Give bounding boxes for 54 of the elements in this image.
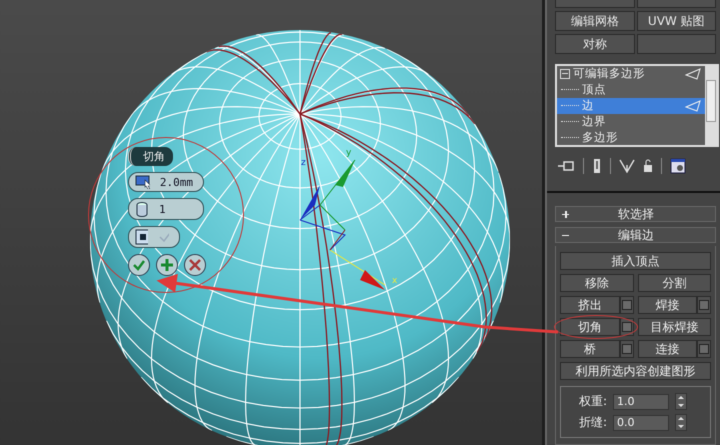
cursor-box-icon [135,175,150,189]
stack-subitem[interactable]: 顶点 [557,82,705,98]
stack-subitem[interactable]: 多边形 [557,129,705,146]
edit-edge-button[interactable]: 连接 [638,340,697,358]
modifier-button[interactable]: 对称 [555,34,634,54]
x-axis-label: x [392,276,398,286]
z-axis-label: z [301,158,306,168]
edit-edge-button[interactable]: 分割 [638,274,711,292]
rollout-header[interactable]: 编辑边 [555,227,716,243]
close-icon [189,259,201,271]
pin-icon[interactable] [557,159,575,174]
caddy-field[interactable]: 1 [128,198,204,220]
caddy-title: 切角 [128,147,173,166]
triangle-icon [685,68,701,80]
plus-icon [161,259,173,271]
collapse-icon[interactable] [560,68,570,79]
number-field[interactable]: 0.0 [613,414,669,430]
scrollbar[interactable] [705,66,717,146]
edit-edge-button[interactable]: 目标焊接 [638,318,711,336]
spinner-icon[interactable] [675,414,687,431]
edit-edge-button[interactable]: 桥 [560,340,620,358]
field-label: 权重: [578,393,607,410]
edit-edge-button[interactable]: 切角 [560,318,620,336]
edit-edge-button[interactable]: 插入顶点 [560,252,711,270]
settings-button[interactable] [697,296,711,314]
rollout-header[interactable]: 软选择 [555,206,716,222]
field-label: 折缝: [578,414,607,431]
settings-button[interactable] [620,340,634,358]
settings-button[interactable] [620,296,634,314]
cylinder-icon [135,201,149,217]
edit-edge-button[interactable]: 焊接 [638,296,697,314]
bar-icon[interactable] [592,158,602,174]
grid-icon [135,229,148,245]
caddy-field[interactable]: 2.0mm [128,172,204,192]
spinner-icon[interactable] [675,393,687,410]
y-axis-label: y [346,148,352,158]
configure-icon[interactable] [670,158,686,174]
edit-edge-button[interactable]: 利用所选内容创建图形 [560,362,711,380]
edit-edge-button[interactable]: 移除 [560,274,634,292]
fork-icon[interactable] [619,159,635,174]
check-icon [132,259,146,271]
settings-button[interactable] [697,340,711,358]
edit-edge-button[interactable]: 挤出 [560,296,620,314]
settings-button[interactable] [620,318,634,336]
plus-icon [562,210,569,218]
stack-subitem[interactable]: 边界 [557,114,705,130]
triangle-icon [685,100,701,112]
check-icon [158,231,169,243]
modifier-button[interactable]: UVW 贴图 [636,11,716,31]
number-field[interactable]: 1.0 [613,394,669,410]
caddy-options[interactable] [128,226,180,248]
stack-item[interactable]: 可编辑多边形 [573,66,645,82]
lock-icon[interactable] [643,159,653,174]
modifier-button[interactable]: 编辑网格 [555,11,634,31]
